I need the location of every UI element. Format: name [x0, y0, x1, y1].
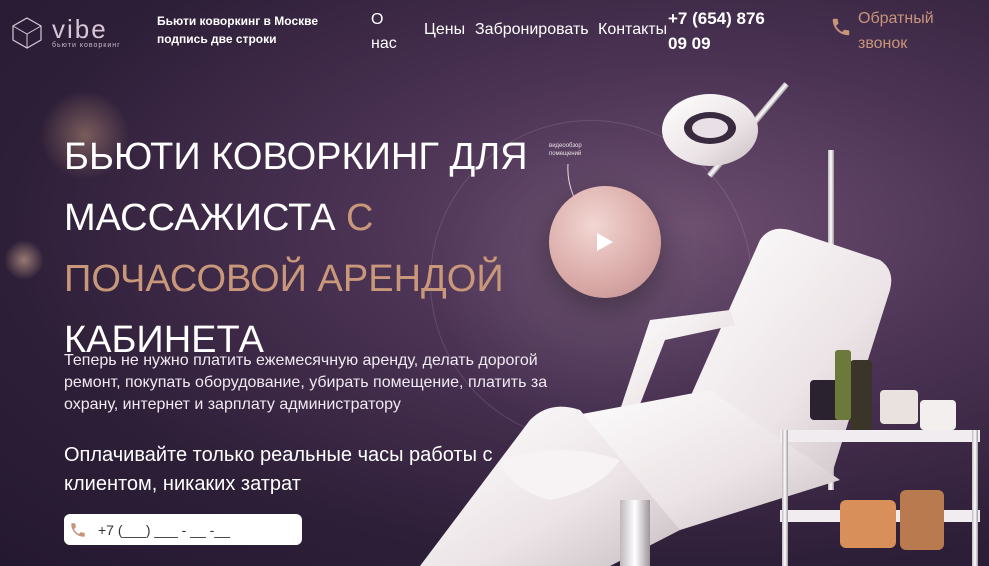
bokeh-glow	[4, 240, 44, 280]
play-icon	[597, 233, 613, 251]
logo-cube-icon	[12, 17, 42, 49]
hero-lead: Теперь не нужно платить ежемесячную арен…	[64, 352, 548, 413]
logo[interactable]: vibe бьюти коворкинг	[10, 16, 121, 50]
logo-word: vibe	[52, 14, 108, 44]
header-phone[interactable]: +7 (654) 876 09 09	[668, 6, 788, 56]
phone-form	[64, 514, 302, 545]
couch-base	[620, 500, 650, 566]
phone-icon	[64, 514, 92, 545]
nav-prices[interactable]: Цены	[424, 18, 465, 42]
headline-text: БЬЮТИ КОВОРКИНГ ДЛЯ МАССАЖИСТА	[64, 136, 528, 240]
video-play-button[interactable]	[549, 186, 661, 298]
header-tagline: Бьюти коворкинг в Москве подпись две стр…	[157, 14, 319, 46]
nav-book[interactable]: Забронировать	[475, 18, 589, 42]
phone-icon	[832, 18, 850, 36]
nav-contacts[interactable]: Контакты	[598, 18, 667, 42]
hero-subhead: Оплачивайте только реальные часы работы …	[64, 444, 493, 495]
callback-label: Обратный звонок	[858, 10, 934, 52]
logo-subtitle: бьюти коворкинг	[52, 42, 121, 49]
hero-headline: БЬЮТИ КОВОРКИНГ ДЛЯ МАССАЖИСТА С ПОЧАСОВ…	[64, 127, 584, 371]
video-caption: видеообзор помещений	[549, 143, 582, 157]
nav-about[interactable]: О нас	[371, 8, 401, 56]
callback-button[interactable]: Обратный звонок	[830, 6, 948, 56]
phone-input[interactable]	[92, 521, 294, 538]
